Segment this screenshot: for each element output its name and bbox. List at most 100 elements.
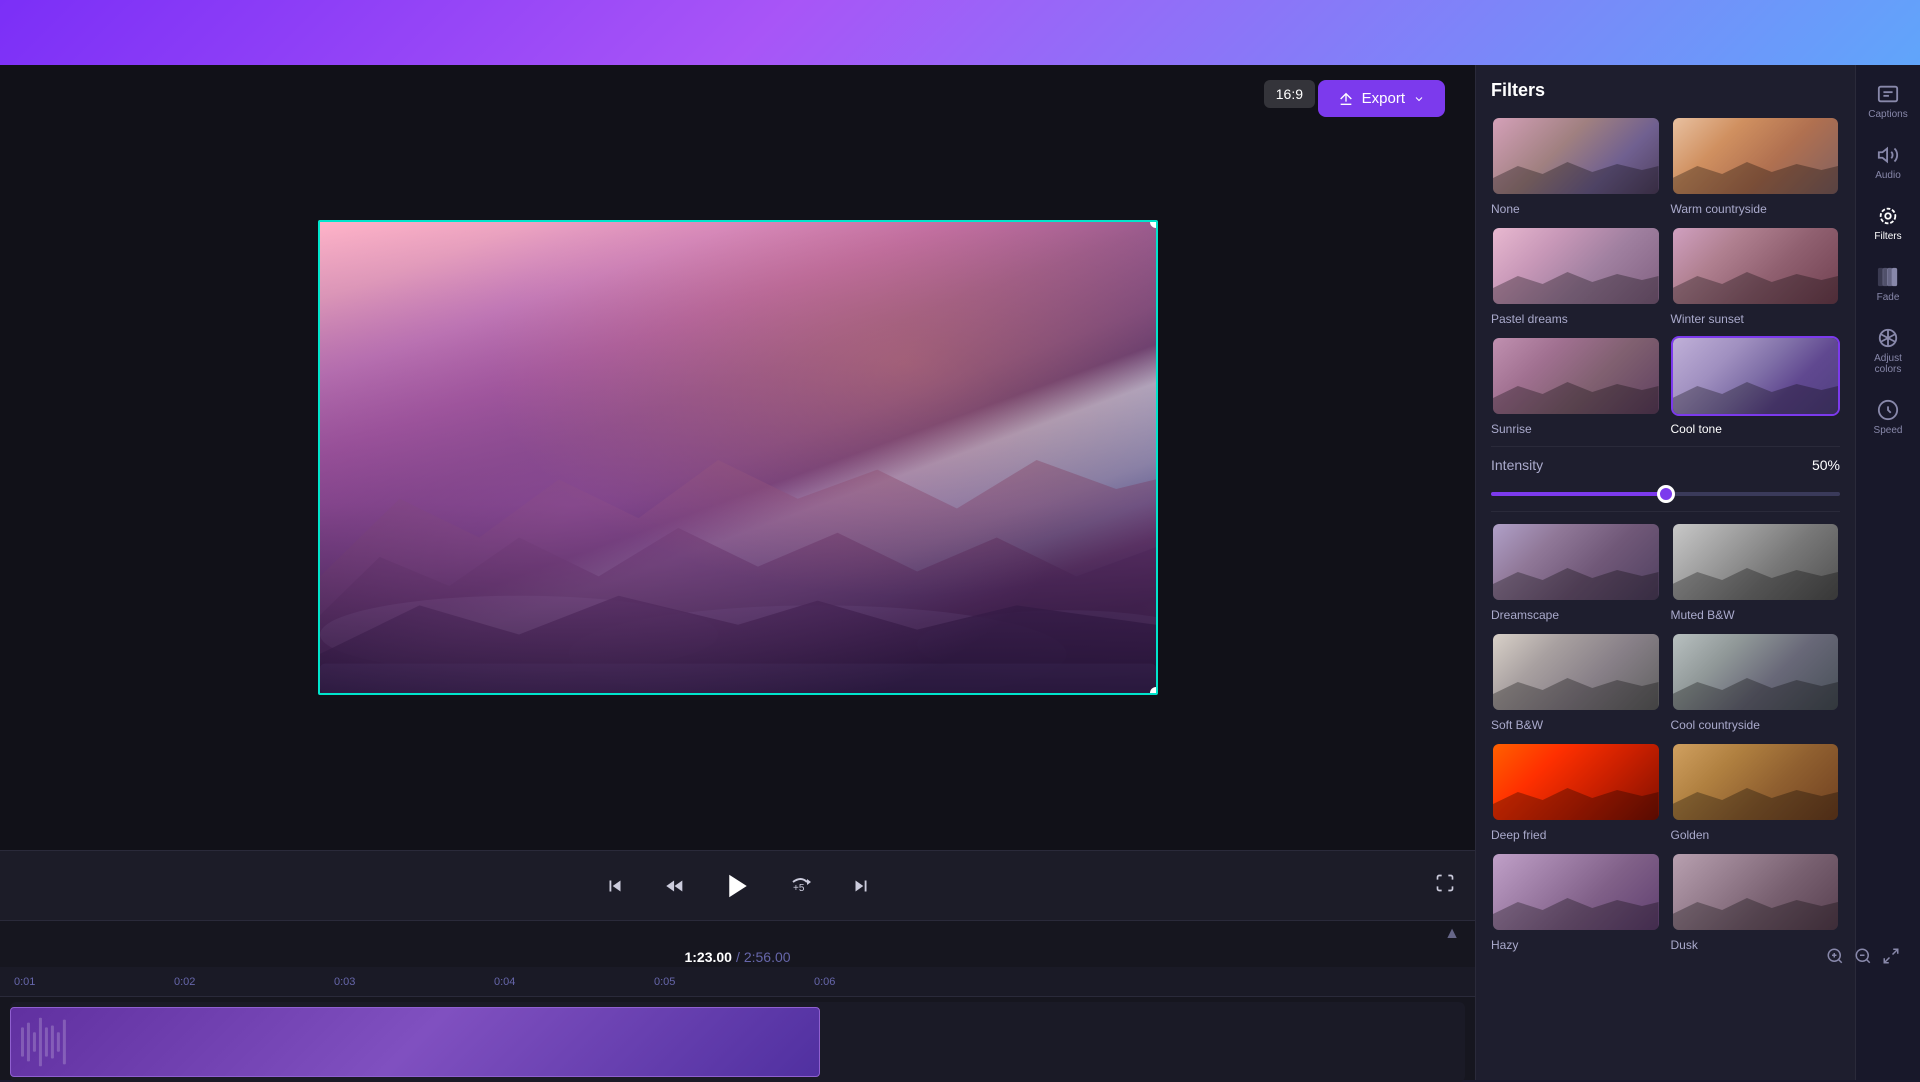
timeline-area: ▲ 1:23.00 / 2:56.00 bbox=[0, 920, 1475, 1080]
waveform-svg bbox=[11, 1008, 819, 1076]
audio-icon bbox=[1877, 144, 1899, 166]
filter-label-deep-fried: Deep fried bbox=[1491, 828, 1661, 842]
filters-icon-label: Filters bbox=[1874, 231, 1901, 242]
total-time: 2:56.00 bbox=[744, 949, 791, 965]
corner-handle-bottom-right[interactable] bbox=[1150, 687, 1158, 695]
filter-item-none[interactable]: None bbox=[1491, 116, 1661, 216]
skip-back-icon bbox=[604, 875, 626, 897]
filter-item-warm-countryside[interactable]: Warm countryside bbox=[1671, 116, 1841, 216]
icon-bar-adjust-colors[interactable]: Adjust colors bbox=[1860, 319, 1916, 383]
collapse-timeline-button[interactable]: ▲ bbox=[1444, 925, 1460, 943]
filter-item-cool-tone[interactable]: Cool tone bbox=[1671, 336, 1841, 436]
filter-thumb-inner-deep-fried bbox=[1493, 744, 1659, 820]
zoom-out-button[interactable] bbox=[1854, 947, 1872, 968]
filter-item-golden[interactable]: Golden bbox=[1671, 742, 1841, 842]
skip-forward-button[interactable] bbox=[843, 868, 879, 904]
timeline-ruler: 0:01 0:02 0:03 0:04 0:05 0:06 bbox=[0, 967, 1475, 997]
time-separator: / bbox=[736, 949, 740, 965]
current-time: 1:23.00 bbox=[684, 949, 731, 965]
forward-5-icon: +5 bbox=[789, 874, 813, 898]
filter-thumb-muted-bw bbox=[1671, 522, 1841, 602]
filter-thumb-inner-cool-countryside bbox=[1673, 634, 1839, 710]
icon-bar-captions[interactable]: Captions bbox=[1860, 75, 1916, 128]
filter-thumb-cool-tone bbox=[1671, 336, 1841, 416]
play-icon bbox=[723, 871, 753, 901]
filter-label-muted-bw: Muted B&W bbox=[1671, 608, 1841, 622]
filter-item-cool-countryside[interactable]: Cool countryside bbox=[1671, 632, 1841, 732]
time-display: 1:23.00 / 2:56.00 bbox=[0, 947, 1475, 967]
filter-item-soft-bw[interactable]: Soft B&W bbox=[1491, 632, 1661, 732]
icon-bar: Captions Audio Filters Fade bbox=[1855, 65, 1920, 1080]
video-overlay bbox=[320, 222, 1156, 693]
filter-item-sunrise[interactable]: Sunrise bbox=[1491, 336, 1661, 436]
zoom-in-button[interactable] bbox=[1826, 947, 1844, 968]
filter-label-soft-bw: Soft B&W bbox=[1491, 718, 1661, 732]
filter-label-extra2: Dusk bbox=[1671, 938, 1841, 952]
intensity-label: Intensity bbox=[1491, 457, 1543, 473]
play-button[interactable] bbox=[717, 865, 759, 907]
fade-icon bbox=[1877, 266, 1899, 288]
filter-item-deep-fried[interactable]: Deep fried bbox=[1491, 742, 1661, 842]
filter-label-pastel-dreams: Pastel dreams bbox=[1491, 312, 1661, 326]
fullscreen-button[interactable] bbox=[1435, 873, 1455, 898]
filter-label-winter-sunset: Winter sunset bbox=[1671, 312, 1841, 326]
zoom-controls bbox=[1826, 947, 1900, 968]
video-background bbox=[320, 222, 1156, 693]
filters-title: Filters bbox=[1491, 80, 1840, 101]
icon-bar-fade[interactable]: Fade bbox=[1860, 258, 1916, 311]
filter-item-extra2[interactable]: Dusk bbox=[1671, 852, 1841, 952]
filter-thumb-inner-soft-bw bbox=[1493, 634, 1659, 710]
editor-section: Export 16:9 bbox=[0, 65, 1475, 1080]
filter-thumb-cool-countryside bbox=[1671, 632, 1841, 712]
intensity-section: Intensity 50% bbox=[1491, 446, 1840, 512]
icon-bar-audio[interactable]: Audio bbox=[1860, 136, 1916, 189]
filter-thumb-inner-cool-tone bbox=[1673, 338, 1839, 414]
forward-5-button[interactable]: +5 bbox=[783, 868, 819, 904]
filter-item-dreamscape[interactable]: Dreamscape bbox=[1491, 522, 1661, 622]
video-preview-container: Export 16:9 bbox=[0, 65, 1475, 850]
track-clip[interactable] bbox=[10, 1007, 820, 1077]
filter-item-pastel-dreams[interactable]: Pastel dreams bbox=[1491, 226, 1661, 326]
top-bar bbox=[0, 0, 1920, 65]
filters-icon bbox=[1877, 205, 1899, 227]
filter-label-cool-tone: Cool tone bbox=[1671, 422, 1841, 436]
ruler-marks: 0:01 0:02 0:03 0:04 0:05 0:06 bbox=[10, 976, 1465, 988]
skip-forward-icon bbox=[850, 875, 872, 897]
speed-icon bbox=[1877, 399, 1899, 421]
filter-thumb-golden bbox=[1671, 742, 1841, 822]
fit-timeline-button[interactable] bbox=[1882, 947, 1900, 968]
ruler-mark-3: 0:03 bbox=[330, 976, 490, 988]
timeline-track[interactable] bbox=[10, 1002, 1465, 1082]
export-chevron-icon bbox=[1413, 93, 1425, 105]
filter-item-muted-bw[interactable]: Muted B&W bbox=[1671, 522, 1841, 622]
captions-icon bbox=[1877, 83, 1899, 105]
filters-sidebar: Filters None Warm countryside bbox=[1475, 65, 1855, 1080]
filter-label-cool-countryside: Cool countryside bbox=[1671, 718, 1841, 732]
filters-panel: Filters None Warm countryside bbox=[1476, 65, 1855, 1080]
intensity-slider[interactable] bbox=[1491, 492, 1840, 496]
rewind-icon bbox=[664, 875, 686, 897]
fullscreen-icon bbox=[1435, 873, 1455, 893]
filter-item-extra1[interactable]: Hazy bbox=[1491, 852, 1661, 952]
filter-thumb-deep-fried bbox=[1491, 742, 1661, 822]
fade-label: Fade bbox=[1877, 292, 1900, 303]
filter-item-winter-sunset[interactable]: Winter sunset bbox=[1671, 226, 1841, 326]
icon-bar-filters[interactable]: Filters bbox=[1860, 197, 1916, 250]
export-button[interactable]: Export bbox=[1318, 80, 1445, 117]
icon-bar-speed[interactable]: Speed bbox=[1860, 391, 1916, 444]
ruler-mark-4: 0:04 bbox=[490, 976, 650, 988]
audio-label: Audio bbox=[1875, 170, 1901, 181]
video-frame bbox=[318, 220, 1158, 695]
intensity-header: Intensity 50% bbox=[1491, 457, 1840, 473]
export-label: Export bbox=[1362, 90, 1405, 107]
filter-thumb-inner-muted-bw bbox=[1673, 524, 1839, 600]
ruler-mark-6: 0:06 bbox=[810, 976, 970, 988]
svg-text:+5: +5 bbox=[793, 883, 805, 894]
filter-thumb-inner-winter-sunset bbox=[1673, 228, 1839, 304]
fit-icon bbox=[1882, 947, 1900, 965]
filter-thumb-inner-none bbox=[1493, 118, 1659, 194]
rewind-button[interactable] bbox=[657, 868, 693, 904]
filter-thumb-inner-extra1 bbox=[1493, 854, 1659, 930]
skip-back-button[interactable] bbox=[597, 868, 633, 904]
filter-label-sunrise: Sunrise bbox=[1491, 422, 1661, 436]
